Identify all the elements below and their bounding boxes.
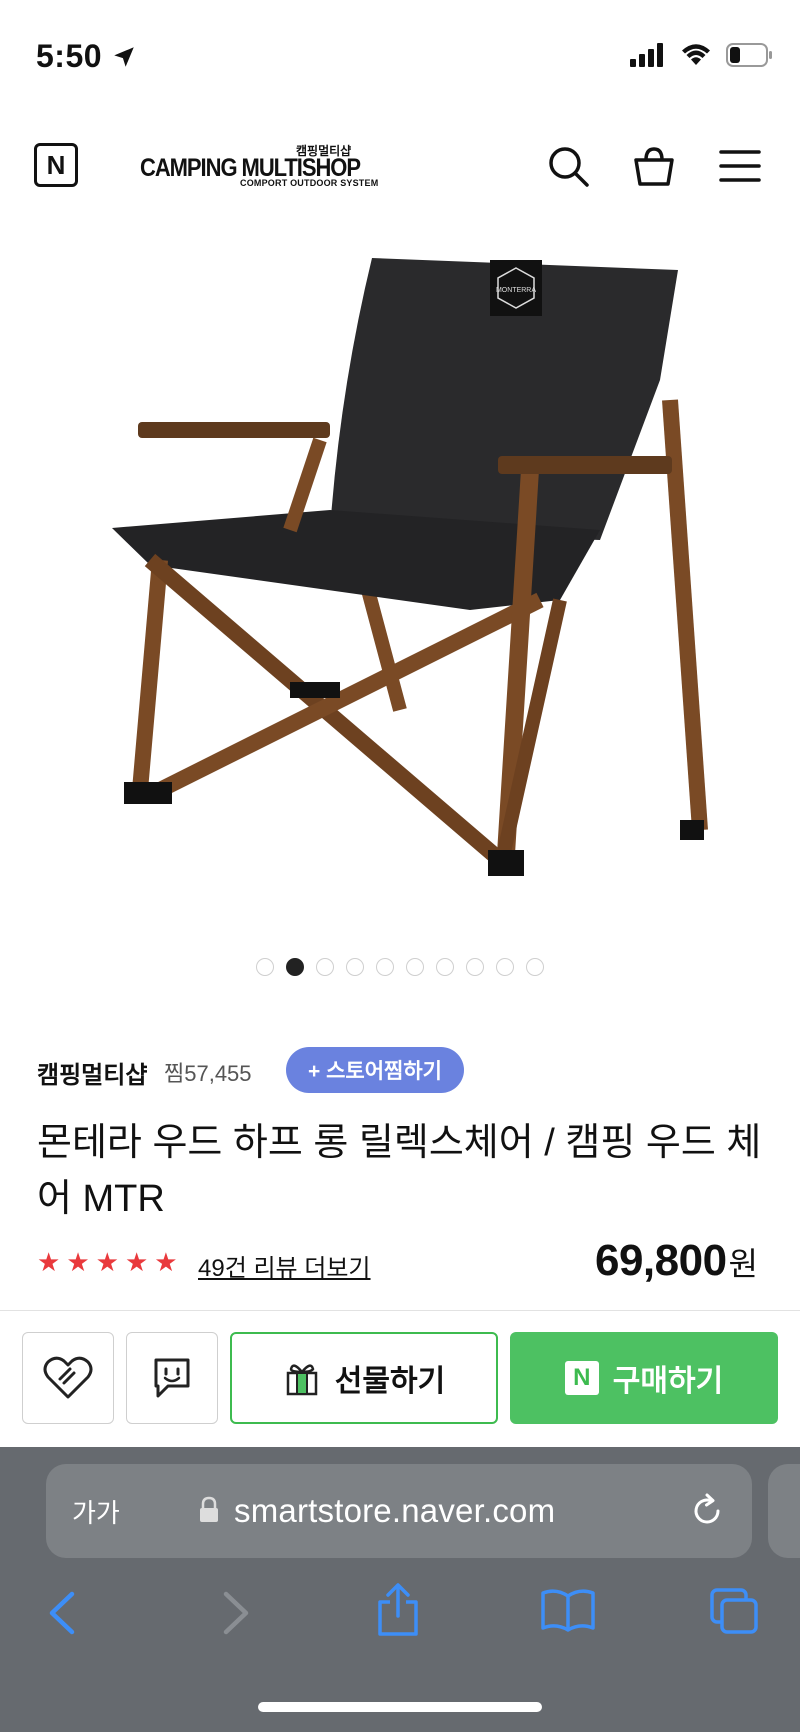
tabs-icon[interactable] xyxy=(708,1586,760,1636)
carousel-indicators xyxy=(0,958,800,976)
forward-arrow-icon[interactable] xyxy=(218,1590,254,1636)
share-icon[interactable] xyxy=(374,1582,422,1638)
wifi-icon xyxy=(682,44,710,65)
next-tab-preview[interactable] xyxy=(768,1464,800,1558)
review-link[interactable]: 49건 리뷰 더보기 xyxy=(198,1248,371,1283)
url-text: smartstore.naver.com xyxy=(234,1492,556,1529)
address-bar[interactable]: 가가 smartstore.naver.com xyxy=(46,1464,752,1558)
home-indicator xyxy=(258,1702,542,1712)
naver-home-button[interactable]: N xyxy=(34,143,78,187)
chair-logo-text: MONTERRA xyxy=(496,287,536,294)
star-icon: ★ xyxy=(154,1247,178,1277)
naver-n-label: N xyxy=(46,149,66,180)
gift-label: 선물하기 xyxy=(334,1365,446,1398)
hamburger-menu-icon[interactable] xyxy=(718,144,762,188)
text-size-button[interactable]: 가가 xyxy=(72,1493,120,1530)
battery-icon xyxy=(726,43,772,67)
carousel-dot[interactable] xyxy=(316,958,334,976)
status-icons xyxy=(630,40,774,70)
gift-icon xyxy=(286,1364,318,1396)
carousel-dot[interactable] xyxy=(406,958,424,976)
chair-illustration: MONTERRA xyxy=(112,258,708,876)
naver-pay-badge: N xyxy=(564,1361,599,1395)
price: 69,800 원 xyxy=(595,1236,758,1286)
brand-sub: COMPORT OUTDOOR SYSTEM xyxy=(240,178,379,188)
location-arrow-icon xyxy=(114,47,135,67)
store-name[interactable]: 캠핑멀티샵 xyxy=(37,1055,147,1090)
product-image[interactable]: MONTERRA xyxy=(0,230,800,960)
price-value: 69,800 xyxy=(594,1236,727,1285)
product-title: 몬테라 우드 하프 롱 릴렉스체어 / 캠핑 우드 체어 MTR xyxy=(37,1122,762,1220)
buy-button[interactable]: N 구매하기 xyxy=(510,1332,778,1424)
status-time: 5:50 xyxy=(36,38,137,75)
carousel-dot[interactable] xyxy=(346,958,364,976)
star-icon: ★ xyxy=(37,1247,61,1277)
inquiry-button[interactable] xyxy=(126,1332,218,1424)
back-arrow-icon[interactable] xyxy=(44,1590,80,1636)
bookmarks-icon[interactable] xyxy=(540,1588,596,1632)
carousel-dot[interactable] xyxy=(436,958,454,976)
buy-label: 구매하기 xyxy=(612,1365,724,1398)
chat-bubble-icon xyxy=(154,1358,190,1398)
divider xyxy=(0,1310,800,1311)
carousel-dot[interactable] xyxy=(376,958,394,976)
lock-icon xyxy=(200,1496,218,1522)
store-like-count: 찜57,455 xyxy=(164,1061,252,1086)
store-favorite-button[interactable]: + 스토어찜하기 xyxy=(286,1047,464,1093)
carousel-dot[interactable] xyxy=(256,958,274,976)
shopping-bag-icon[interactable] xyxy=(632,144,676,188)
like-button[interactable] xyxy=(22,1332,114,1424)
time-text: 5:50 xyxy=(36,38,103,74)
carousel-dot[interactable] xyxy=(496,958,514,976)
star-icon: ★ xyxy=(124,1247,149,1277)
price-unit: 원 xyxy=(728,1246,758,1282)
reload-icon[interactable] xyxy=(688,1492,726,1530)
star-icon: ★ xyxy=(66,1247,90,1277)
star-icon: ★ xyxy=(95,1247,119,1277)
gift-button[interactable]: 선물하기 xyxy=(230,1332,498,1424)
rating-stars: ★ ★ ★ ★ ★ xyxy=(37,1248,178,1276)
carousel-dot[interactable] xyxy=(466,958,484,976)
heart-icon xyxy=(43,1356,93,1399)
carousel-dot[interactable] xyxy=(286,958,304,976)
store-logo[interactable]: 캠핑멀티샵 CAMPING MULTISHOP COMPORT OUTDOOR … xyxy=(140,142,378,192)
cellular-signal-icon xyxy=(630,43,663,67)
carousel-dot[interactable] xyxy=(526,958,544,976)
search-icon[interactable] xyxy=(546,144,590,188)
